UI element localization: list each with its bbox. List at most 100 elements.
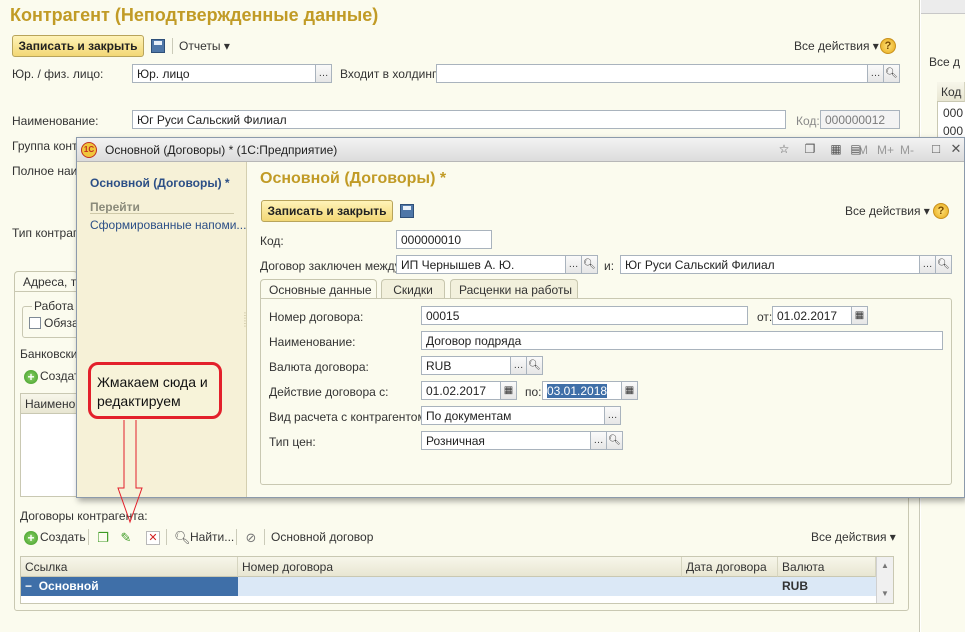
list-row-code[interactable]: 000 bbox=[939, 104, 965, 123]
scroll-up-icon[interactable]: ▲ bbox=[881, 561, 889, 570]
tab-main-data[interactable]: Основные данные bbox=[260, 279, 377, 299]
group-label: Группа контр bbox=[12, 139, 85, 153]
main-contract-button[interactable]: Основной договор bbox=[271, 530, 373, 544]
party2-search-icon[interactable]: 🔍︎ bbox=[936, 255, 952, 274]
list-all-actions-menu[interactable]: Все д bbox=[929, 55, 960, 69]
from-date-label: от: bbox=[757, 310, 773, 324]
required-checkbox[interactable] bbox=[29, 317, 41, 329]
window-title: Основной (Договоры) * (1С:Предприятие) bbox=[105, 143, 338, 157]
tab-addresses[interactable]: Адреса, те bbox=[14, 271, 83, 291]
nav-divider bbox=[90, 213, 234, 214]
list-window-titlebar bbox=[921, 0, 965, 14]
and-label: и: bbox=[604, 259, 615, 273]
save-icon[interactable] bbox=[151, 39, 165, 53]
reports-menu[interactable]: Отчеты ▾ bbox=[179, 39, 230, 53]
validity-to-calendar-icon[interactable]: ▦ bbox=[622, 381, 638, 400]
validity-to-label: по: bbox=[525, 385, 542, 399]
cancel-search-icon[interactable]: ⊘ bbox=[244, 531, 258, 545]
currency-label: Валюта договора: bbox=[269, 360, 369, 374]
goto-section-label: Перейти bbox=[90, 200, 140, 214]
search-icon[interactable]: 🔍︎ bbox=[174, 531, 191, 545]
list-code-header[interactable]: Код bbox=[937, 82, 965, 102]
holding-search-icon[interactable]: 🔍︎ bbox=[884, 64, 900, 83]
price-type-search-icon[interactable]: 🔍︎ bbox=[607, 431, 623, 450]
memory-minus-button[interactable]: M- bbox=[900, 143, 914, 157]
legal-type-field[interactable]: Юр. лицо bbox=[132, 64, 316, 83]
contract-name-field[interactable]: Договор подряда bbox=[421, 331, 943, 350]
create-contract-button[interactable]: Создать bbox=[40, 530, 86, 544]
find-button[interactable]: Найти... bbox=[190, 530, 234, 544]
tab-discounts[interactable]: Скидки bbox=[381, 279, 445, 299]
grid-header-date[interactable]: Дата договора bbox=[682, 557, 778, 577]
close-icon[interactable]: ✕ bbox=[949, 142, 963, 156]
currency-search-icon[interactable]: 🔍︎ bbox=[527, 356, 543, 375]
save-and-close-button[interactable]: Записать и закрыть bbox=[12, 35, 144, 57]
party1-select-button[interactable]: … bbox=[566, 255, 582, 274]
table-row[interactable]: − Основной RUB bbox=[21, 577, 876, 596]
memory-plus-button[interactable]: M+ bbox=[877, 143, 894, 157]
legal-type-select-button[interactable]: … bbox=[316, 64, 332, 83]
contract-save-and-close-button[interactable]: Записать и закрыть bbox=[261, 200, 393, 222]
annotation-arrow-shape bbox=[117, 420, 143, 524]
navigation-panel: Основной (Договоры) * Перейти Сформирова… bbox=[77, 162, 249, 497]
grid-scrollbar[interactable]: ▲ ▼ bbox=[876, 557, 893, 603]
payment-type-field[interactable]: По документам bbox=[421, 406, 605, 425]
create-plus-icon[interactable]: + bbox=[24, 370, 38, 384]
tab-work-rates[interactable]: Расценки на работы bbox=[450, 279, 578, 299]
create-contract-plus-icon[interactable]: + bbox=[24, 531, 38, 545]
edit-pencil-icon[interactable]: ✎ bbox=[119, 531, 133, 545]
counterparty-form-title: Контрагент (Неподтвержденные данные) bbox=[10, 5, 379, 25]
from-date-calendar-icon[interactable]: ▦ bbox=[852, 306, 868, 325]
grid-cell-number[interactable] bbox=[238, 577, 682, 596]
copy-icon[interactable]: ❐ bbox=[96, 531, 110, 545]
contract-save-icon[interactable] bbox=[400, 204, 414, 218]
memory-m-button[interactable]: M bbox=[858, 143, 868, 157]
validity-to-field[interactable]: 03.01.2018 bbox=[542, 381, 622, 400]
nav-link-reminders[interactable]: Сформированные напоми... bbox=[90, 218, 246, 232]
party1-field[interactable]: ИП Чернышев А. Ю. bbox=[396, 255, 566, 274]
party2-field[interactable]: Юг Руси Сальский Филиал bbox=[620, 255, 920, 274]
calculator-icon[interactable]: ▦ bbox=[829, 142, 843, 156]
delete-icon[interactable]: ✕ bbox=[146, 531, 160, 545]
create-bank-button[interactable]: Создат bbox=[40, 369, 79, 383]
party1-search-icon[interactable]: 🔍︎ bbox=[582, 255, 598, 274]
name-field[interactable]: Юг Руси Сальский Филиал bbox=[132, 110, 786, 129]
contract-all-actions-menu[interactable]: Все действия ▾ bbox=[845, 204, 930, 218]
grid-cell-currency[interactable]: RUB bbox=[778, 577, 876, 596]
grid-header-number[interactable]: Номер договора bbox=[238, 557, 682, 577]
grid-cell-date[interactable] bbox=[682, 577, 778, 596]
validity-from-field[interactable]: 01.02.2017 bbox=[421, 381, 501, 400]
scroll-down-icon[interactable]: ▼ bbox=[881, 589, 889, 598]
help-icon[interactable]: ? bbox=[880, 38, 896, 54]
currency-select-button[interactable]: … bbox=[511, 356, 527, 375]
grid-header-link[interactable]: Ссылка bbox=[21, 557, 238, 577]
validity-to-selected-text: 03.01.2018 bbox=[547, 384, 608, 398]
party2-select-button[interactable]: … bbox=[920, 255, 936, 274]
panel-resize-handle[interactable]: ⋮ ⋮ bbox=[241, 312, 249, 342]
holding-select-button[interactable]: … bbox=[868, 64, 884, 83]
maximize-icon[interactable]: □ bbox=[929, 142, 943, 156]
row-marker-icon: − bbox=[25, 579, 39, 593]
contract-number-field[interactable]: 00015 bbox=[421, 306, 748, 325]
favorite-star-icon[interactable]: ☆ bbox=[777, 142, 791, 156]
grid-header-currency[interactable]: Валюта bbox=[778, 557, 876, 577]
holding-field[interactable] bbox=[436, 64, 868, 83]
grid-cell-link[interactable]: − Основной bbox=[21, 577, 238, 596]
nav-item-main[interactable]: Основной (Договоры) * bbox=[90, 176, 230, 190]
price-type-field[interactable]: Розничная bbox=[421, 431, 591, 450]
bank-grid-name-header[interactable]: Наимено bbox=[21, 394, 79, 414]
parties-label: Договор заключен между: bbox=[260, 259, 404, 273]
contract-number-label: Номер договора: bbox=[269, 310, 364, 324]
all-actions-menu[interactable]: Все действия ▾ bbox=[794, 39, 879, 53]
contract-code-label: Код: bbox=[260, 234, 284, 248]
annotation-arrow bbox=[117, 420, 143, 524]
link-icon[interactable]: ❐ bbox=[803, 142, 817, 156]
from-date-field[interactable]: 01.02.2017 bbox=[772, 306, 852, 325]
price-type-select-button[interactable]: … bbox=[591, 431, 607, 450]
contract-help-icon[interactable]: ? bbox=[933, 203, 949, 219]
contracts-all-actions-menu[interactable]: Все действия ▾ bbox=[811, 530, 896, 544]
contract-code-field[interactable]: 000000010 bbox=[396, 230, 492, 249]
payment-type-select-button[interactable]: … bbox=[605, 406, 621, 425]
currency-field[interactable]: RUB bbox=[421, 356, 511, 375]
validity-from-calendar-icon[interactable]: ▦ bbox=[501, 381, 517, 400]
